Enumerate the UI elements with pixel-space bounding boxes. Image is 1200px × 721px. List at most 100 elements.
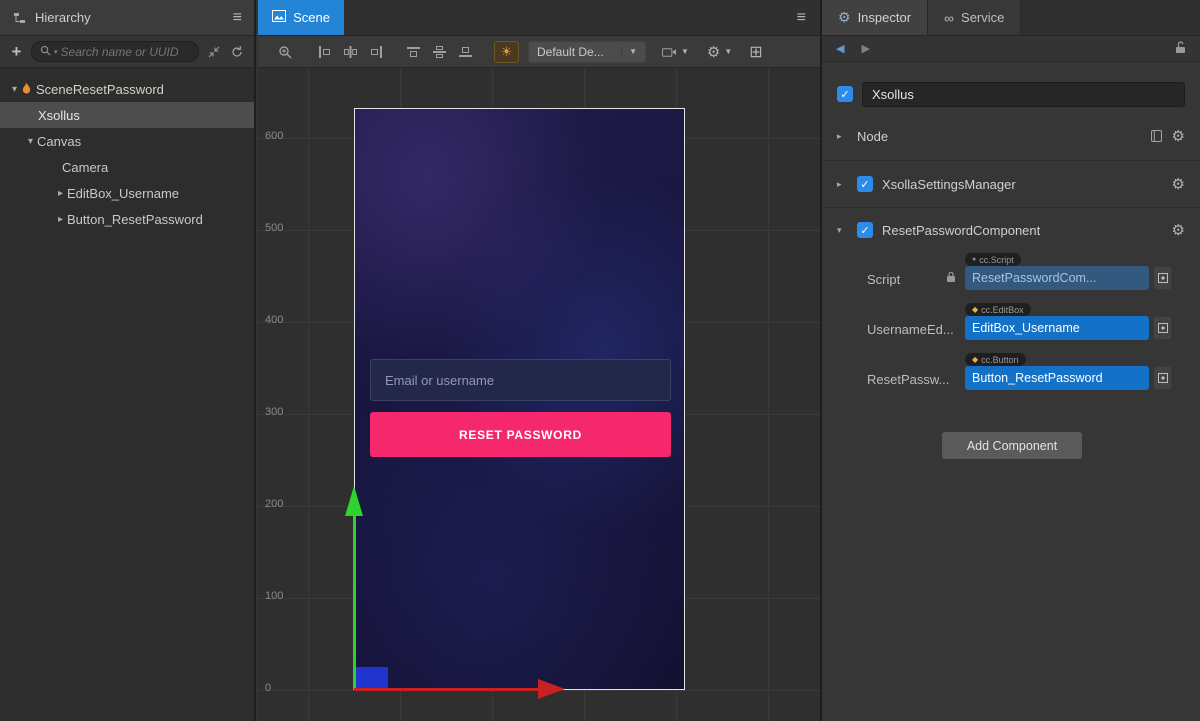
ruler-label: 200 xyxy=(265,498,283,510)
resolution-dropdown-label: Default De... xyxy=(537,45,604,59)
add-component-button[interactable]: Add Component xyxy=(942,432,1082,459)
inspector-nav-bar: ◀ ▶ xyxy=(822,36,1200,62)
browse-asset-button[interactable] xyxy=(1153,266,1172,290)
scene-settings-dropdown[interactable]: ⚙ ▼ xyxy=(707,43,732,61)
zoom-icon[interactable] xyxy=(278,45,292,59)
hierarchy-menu-icon[interactable]: ≡ xyxy=(233,9,242,27)
sun-icon: ☀ xyxy=(501,44,513,60)
settings-manager-section-header[interactable]: ▸ ✓ XsollaSettingsManager ⚙ xyxy=(822,170,1200,198)
hierarchy-toolbar: + ▾ xyxy=(0,36,254,68)
node-name-row: ✓ xyxy=(837,81,1185,107)
dot-icon: ● xyxy=(972,256,976,263)
align-right-edge-icon[interactable] xyxy=(370,46,383,58)
history-back-button[interactable]: ◀ xyxy=(836,42,844,55)
scene-viewport[interactable]: 600 500 400 300 200 100 0 Email or usern… xyxy=(258,68,820,721)
chevron-down-icon: ▼ xyxy=(724,47,732,56)
tab-service[interactable]: ∞ Service xyxy=(928,0,1021,35)
scene-tab-bar: Scene ≡ xyxy=(258,0,820,36)
tab-scene[interactable]: Scene xyxy=(258,0,344,35)
align-middle-horizontal-icon[interactable] xyxy=(433,46,446,58)
reset-password-button-preview[interactable]: RESET PASSWORD xyxy=(370,412,671,457)
reset-button-reference-field[interactable]: Button_ResetPassword xyxy=(965,366,1149,390)
browse-node-button[interactable] xyxy=(1153,366,1172,390)
canvas-preview[interactable]: Email or username RESET PASSWORD xyxy=(354,108,685,690)
tab-inspector[interactable]: ⚙ Inspector xyxy=(822,0,928,35)
scene-flame-icon xyxy=(21,82,32,96)
service-tab-label: Service xyxy=(961,10,1004,25)
check-icon: ✓ xyxy=(860,178,869,191)
align-top-edge-icon[interactable] xyxy=(407,46,420,58)
align-center-vertical-icon[interactable] xyxy=(344,46,357,58)
history-forward-button[interactable]: ▶ xyxy=(861,42,869,55)
component-name-label: XsollaSettingsManager xyxy=(882,177,1016,192)
tree-item-scene-root[interactable]: ▾ SceneResetPassword xyxy=(0,76,254,102)
node-section-header[interactable]: ▸ Node ⚙ xyxy=(822,122,1200,150)
tree-item-label: Xsollus xyxy=(38,108,80,123)
type-badge-button: ◆ cc.Button xyxy=(965,353,1026,366)
scene-tab-icon xyxy=(272,10,286,25)
tree-item-editbox-username[interactable]: ▸ EditBox_Username xyxy=(0,180,254,206)
script-reference-field[interactable]: ResetPasswordCom... xyxy=(965,266,1149,290)
caret-down-icon[interactable]: ▾ xyxy=(8,84,21,95)
diamond-icon: ◆ xyxy=(972,305,978,314)
y-axis-arrowhead-icon xyxy=(345,486,363,516)
tree-item-xsollus[interactable]: Xsollus xyxy=(0,102,254,128)
username-editbox-reference-field[interactable]: EditBox_Username xyxy=(965,316,1149,340)
caret-right-icon[interactable]: ▸ xyxy=(54,188,67,199)
tree-item-label: EditBox_Username xyxy=(67,186,179,201)
scene-menu-icon[interactable]: ≡ xyxy=(797,0,806,36)
gear-icon: ⚙ xyxy=(707,43,720,61)
gear-icon[interactable]: ⚙ xyxy=(1172,175,1185,193)
align-left-edge-icon[interactable] xyxy=(318,46,331,58)
reset-password-label: RESET PASSWORD xyxy=(459,428,582,442)
tree-item-label: Button_ResetPassword xyxy=(67,212,203,227)
search-filter-caret-icon[interactable]: ▾ xyxy=(54,48,58,56)
tree-item-button-resetpassword[interactable]: ▸ Button_ResetPassword xyxy=(0,206,254,232)
collapse-all-icon[interactable] xyxy=(206,46,222,58)
reset-password-component-header[interactable]: ▾ ✓ ResetPasswordComponent ⚙ xyxy=(822,216,1200,244)
node-active-checkbox[interactable]: ✓ xyxy=(837,86,853,102)
diamond-icon: ◆ xyxy=(972,355,978,364)
gear-icon[interactable]: ⚙ xyxy=(1172,221,1185,239)
component-enabled-checkbox[interactable]: ✓ xyxy=(857,222,873,238)
type-badge-script: ● cc.Script xyxy=(965,253,1021,266)
component-name-label: ResetPasswordComponent xyxy=(882,223,1040,238)
property-label-script: Script xyxy=(867,272,900,287)
caret-down-icon[interactable]: ▾ xyxy=(24,136,37,147)
type-badge-label: cc.Script xyxy=(979,255,1014,265)
caret-right-icon[interactable]: ▸ xyxy=(54,214,67,225)
refresh-icon[interactable] xyxy=(229,46,245,58)
x-axis-arrowhead-icon xyxy=(538,679,565,699)
caret-down-icon[interactable]: ▾ xyxy=(837,225,848,236)
tree-item-canvas[interactable]: ▾ Canvas xyxy=(0,128,254,154)
link-icon: ∞ xyxy=(944,10,954,26)
email-editbox-preview[interactable]: Email or username xyxy=(370,359,671,401)
node-name-field[interactable] xyxy=(862,82,1185,107)
caret-right-icon[interactable]: ▸ xyxy=(837,131,848,142)
gizmo-light-toggle[interactable]: ☀ xyxy=(494,41,519,63)
origin-handle[interactable] xyxy=(354,667,388,690)
type-badge-label: cc.EditBox xyxy=(981,305,1024,315)
gear-icon: ⚙ xyxy=(838,9,851,26)
y-axis-gizmo[interactable] xyxy=(353,515,356,690)
journal-icon[interactable] xyxy=(1150,130,1163,142)
tree-item-camera[interactable]: Camera xyxy=(0,154,254,180)
x-axis-gizmo[interactable] xyxy=(354,688,538,691)
inspector-tab-label: Inspector xyxy=(858,10,911,25)
hierarchy-search[interactable]: ▾ xyxy=(31,41,199,62)
gear-icon[interactable]: ⚙ xyxy=(1172,127,1185,145)
grid-view-icon[interactable]: ⊞ xyxy=(749,42,762,62)
search-icon xyxy=(40,44,51,59)
caret-right-icon[interactable]: ▸ xyxy=(837,179,848,190)
ruler-label: 300 xyxy=(265,406,283,418)
unlock-icon[interactable] xyxy=(1175,41,1186,57)
search-input[interactable] xyxy=(61,45,190,59)
align-bottom-edge-icon[interactable] xyxy=(459,46,472,58)
resolution-dropdown[interactable]: Default De... ▼ xyxy=(528,41,646,63)
type-badge-editbox: ◆ cc.EditBox xyxy=(965,303,1031,316)
add-node-button[interactable]: + xyxy=(9,42,24,62)
camera-view-dropdown[interactable]: ▼ xyxy=(662,46,689,58)
reference-value: Button_ResetPassword xyxy=(972,371,1103,385)
component-enabled-checkbox[interactable]: ✓ xyxy=(857,176,873,192)
browse-node-button[interactable] xyxy=(1153,316,1172,340)
